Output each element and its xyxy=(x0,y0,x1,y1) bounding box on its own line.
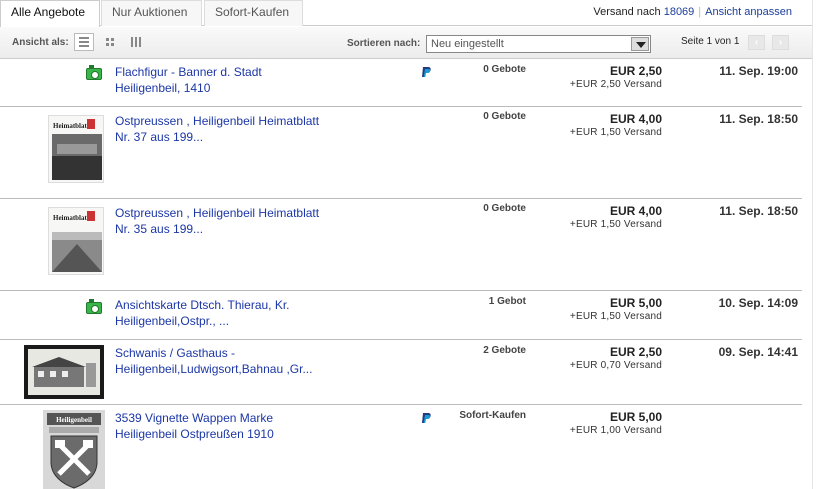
end-date: 09. Sep. 14:41 xyxy=(718,345,798,359)
price: EUR 4,00 xyxy=(609,204,662,218)
listing-row: Heiligenbeil 3539 Vignette Wappen Marke … xyxy=(0,405,802,489)
listing-title[interactable]: Schwanis / Gasthaus - Heiligenbeil,Ludwi… xyxy=(115,345,320,377)
listing-row: Ansichtskarte Dtsch. Thierau, Kr. Heilig… xyxy=(0,291,802,340)
chevron-right-icon: › xyxy=(778,37,783,48)
camera-icon xyxy=(86,299,102,314)
price: EUR 4,00 xyxy=(609,112,662,126)
postcard-image[interactable] xyxy=(24,345,104,399)
shipping-info: Versand nach 18069 | Ansicht anpassen xyxy=(593,6,792,18)
paypal-icon xyxy=(420,66,432,79)
end-date: 11. Sep. 18:50 xyxy=(719,204,798,218)
coat-of-arms-image[interactable]: Heiligenbeil xyxy=(43,410,105,489)
price: EUR 2,50 xyxy=(609,345,662,359)
customize-view-link[interactable]: Ansicht anpassen xyxy=(705,6,792,18)
bid-count: 0 Gebote xyxy=(483,111,526,122)
paypal-icon xyxy=(420,412,432,425)
listing-title[interactable]: Ostpreussen , Heiligenbeil Heimatblatt N… xyxy=(115,205,320,237)
magazine-title-text: Heimatblatt xyxy=(53,214,90,222)
next-page-button[interactable]: › xyxy=(772,35,789,50)
view-as-label: Ansicht als: xyxy=(12,37,69,48)
shipping-cost: +EUR 1,00 Versand xyxy=(569,425,662,436)
listing-row: Schwanis / Gasthaus - Heiligenbeil,Ludwi… xyxy=(0,340,802,405)
bid-count: 2 Gebote xyxy=(483,345,526,356)
tab-all-offers[interactable]: Alle Angebote xyxy=(0,0,100,27)
search-results-page: Alle Angebote Nur Auktionen Sofort-Kaufe… xyxy=(0,0,812,489)
listing-title[interactable]: Ostpreussen , Heiligenbeil Heimatblatt N… xyxy=(115,113,320,145)
shipping-cost: +EUR 2,50 Versand xyxy=(569,79,662,90)
end-date: 11. Sep. 19:00 xyxy=(719,64,798,78)
page-info: Seite 1 von 1 xyxy=(681,36,740,47)
buy-now-label: Sofort-Kaufen xyxy=(459,410,526,421)
price: EUR 2,50 xyxy=(609,64,662,78)
sort-by-label: Sortieren nach: xyxy=(347,38,421,49)
listing-row: Flachfigur - Banner d. Stadt Heiligenbei… xyxy=(0,60,802,107)
price: EUR 5,00 xyxy=(609,296,662,310)
tab-buy-now[interactable]: Sofort-Kaufen xyxy=(204,0,303,26)
magazine-image[interactable]: Heimatblatt xyxy=(48,207,104,275)
shipping-prefix: Versand nach xyxy=(593,6,661,18)
price: EUR 5,00 xyxy=(609,410,662,424)
window-edge xyxy=(812,0,835,489)
prev-page-button[interactable]: ‹ xyxy=(748,35,765,50)
divider: | xyxy=(698,6,702,18)
shipping-cost: +EUR 1,50 Versand xyxy=(569,127,662,138)
chevron-down-icon[interactable] xyxy=(631,37,649,51)
end-date: 10. Sep. 14:09 xyxy=(718,296,798,310)
filter-tabs: Alle Angebote Nur Auktionen Sofort-Kaufe… xyxy=(0,0,812,27)
shipping-cost: +EUR 1,50 Versand xyxy=(569,219,662,230)
sort-select[interactable]: Neu eingestellt xyxy=(426,35,651,53)
gallery-view-icon[interactable] xyxy=(126,33,146,51)
listing-title[interactable]: 3539 Vignette Wappen Marke Heiligenbeil … xyxy=(115,410,320,442)
vignette-title-text: Heiligenbeil xyxy=(56,416,92,424)
chevron-left-icon: ‹ xyxy=(754,37,759,48)
listing-row: Heimatblatt Ostpreussen , Heiligenbeil H… xyxy=(0,199,802,291)
bid-count: 1 Gebot xyxy=(488,296,526,307)
magazine-image[interactable]: Heimatblatt xyxy=(48,115,104,183)
shipping-cost: +EUR 0,70 Versand xyxy=(569,360,662,371)
tab-auctions-only[interactable]: Nur Auktionen xyxy=(101,0,202,26)
list-view-icon[interactable] xyxy=(74,33,94,51)
magazine-title-text: Heimatblatt xyxy=(53,122,90,130)
grid-view-icon[interactable] xyxy=(100,33,120,51)
bid-count: 0 Gebote xyxy=(483,203,526,214)
listing-row: Heimatblatt Ostpreussen , Heiligenbeil H… xyxy=(0,107,802,199)
camera-icon xyxy=(86,65,102,80)
listing-title[interactable]: Flachfigur - Banner d. Stadt Heiligenbei… xyxy=(115,64,320,96)
bid-count: 0 Gebote xyxy=(483,64,526,75)
sort-select-value: Neu eingestellt xyxy=(431,38,504,50)
listing-title[interactable]: Ansichtskarte Dtsch. Thierau, Kr. Heilig… xyxy=(115,297,320,329)
shipping-zip-link[interactable]: 18069 xyxy=(664,6,695,18)
end-date: 11. Sep. 18:50 xyxy=(719,112,798,126)
results-toolbar: Ansicht als: Sortieren nach: Neu eingest… xyxy=(0,27,812,59)
shipping-cost: +EUR 1,50 Versand xyxy=(569,311,662,322)
